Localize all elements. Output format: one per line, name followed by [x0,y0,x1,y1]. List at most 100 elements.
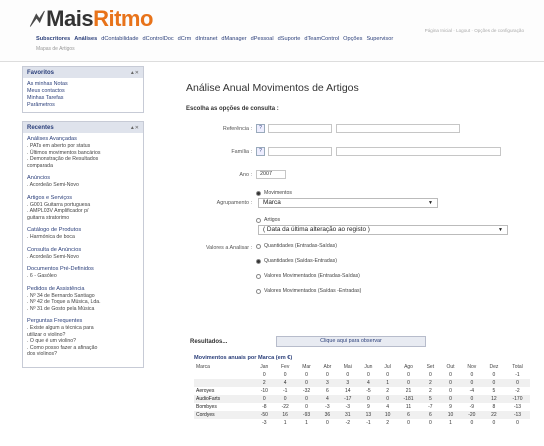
valores-option-radio[interactable]: Valores Movimentados (Saídas -Entradas) [256,288,361,294]
recent-group-title[interactable]: Pedidos de Assistência [27,286,139,293]
value-cell: -3 [345,404,351,410]
recent-item-link[interactable]: . Acordeão Semi-Novo [27,182,139,189]
agrup-marca-select[interactable]: Marca ▼ [258,198,438,208]
referencia-lookup-button[interactable]: ? [256,124,265,133]
value-cell: 4 [317,395,338,403]
recent-group: Análises Avançadas. PATs em aberto por s… [27,136,139,169]
recent-item-link[interactable]: . Harmónica de boca [27,234,139,241]
column-header[interactable]: Jul [379,363,397,371]
nav-item[interactable]: Subscritores [36,36,70,42]
value-cell: 1 [378,379,397,387]
column-header[interactable]: Set [421,363,441,371]
nav-item[interactable]: dControlDoc [143,36,174,42]
value-cell: -4 [469,388,475,394]
recent-group-title[interactable]: Consulta de Anúncios [27,247,139,254]
collapse-icon[interactable]: ▲✕ [130,125,139,131]
chevron-down-icon: ▼ [498,227,503,233]
value-cell: -170 [504,395,530,403]
marca-cell [194,419,254,427]
ano-input[interactable]: 2007 [256,170,286,179]
favorito-link[interactable]: Meus contactos [27,88,139,95]
recent-item-link[interactable]: dos violinos? [27,351,139,358]
column-header[interactable]: Mai [337,363,358,371]
recent-group-title[interactable]: Análises Avançadas [27,136,139,143]
column-header[interactable]: Abr [317,363,337,371]
value-cell: 0 [492,372,496,378]
nav-item[interactable]: dTeamControl [304,36,339,42]
recent-item-link[interactable]: guitarra stratorimo [27,215,139,222]
column-header[interactable]: Jun [358,363,379,371]
valores-label: Valores a Analisar : [205,245,252,251]
favoritos-title[interactable]: Favoritos [27,70,54,76]
agrup-artigos-label: Artigos [264,217,281,223]
value-cell: -22 [281,404,289,410]
nav-item[interactable]: dManager [221,36,246,42]
favorito-link[interactable]: Minhas Tarefas [27,95,139,102]
marca-cell [194,371,254,379]
valores-option-radio[interactable]: Quantidades (Entradas-Saídas) [256,243,337,249]
recent-group-title[interactable]: Artigos e Serviços [27,195,139,202]
column-header[interactable]: Out [440,363,461,371]
nav-item[interactable]: dCrm [178,36,192,42]
agrupamento-label: Agrupamento : [216,200,252,206]
value-cell: -8 [262,404,267,410]
nav-item[interactable]: Análises [74,36,97,42]
column-header[interactable]: Jan [254,363,275,371]
subnav-breadcrumb[interactable]: Mapas de Artigos [36,46,75,52]
valores-option-label: Quantidades (Entradas-Saídas) [264,243,337,249]
column-header[interactable]: Ago [397,363,421,371]
nav-item[interactable]: dIntranet [195,36,217,42]
radio-dot-icon [256,258,261,264]
app-header: 🗲 Mais Ritmo Página Inicial · Logout · Op… [0,0,544,62]
recent-group-title[interactable]: Perguntas Frequentes [27,318,139,325]
recent-item-link[interactable]: . 6 - Gasóleo [27,273,139,280]
nav-item[interactable]: dSuporte [278,36,301,42]
recent-group-title[interactable]: Catálogo de Produtos [27,227,139,234]
familia-input[interactable] [268,147,332,156]
nav-item[interactable]: Opções [343,36,362,42]
column-header[interactable]: Nov [461,363,483,371]
valores-option-radio[interactable]: Quantidades (Saídas-Entradas) [256,258,337,264]
favorito-link[interactable]: As minhas Notas [27,81,139,88]
familia-desc-input[interactable] [336,147,501,156]
maisritmo-logo[interactable]: 🗲 Mais Ritmo [30,6,153,32]
nav-item[interactable]: Supervisor [366,36,393,42]
top-links[interactable]: Página Inicial · Logout · Opções de conf… [425,28,524,33]
value-cell: 0 [295,379,318,387]
nav-item[interactable]: dContabilidade [101,36,138,42]
main-nav: Subscritores Análises dContabilidade dContr… [36,36,393,42]
value-cell: -13 [504,411,530,419]
familia-lookup-button[interactable]: ? [256,147,265,156]
recent-group: Consulta de Anúncios. Acordeão Semi-Novo [27,247,139,261]
valores-option-radio[interactable]: Valores Movimentados (Entradas-Saídas) [256,273,360,279]
referencia-input[interactable] [268,124,332,133]
recent-item-link[interactable]: comparada [27,163,139,170]
value-cell: 4 [386,404,390,410]
recent-item-link[interactable]: . Nº 31 de Gosto pela Música [27,306,139,313]
recentes-title[interactable]: Recentes [27,125,54,131]
column-header[interactable]: Total [505,363,530,371]
favorito-link[interactable]: Parâmetros [27,102,139,109]
recent-group: Perguntas Frequentes. Existe algum a téc… [27,318,139,358]
logo-text-mais: Mais [46,6,94,31]
collapse-icon[interactable]: ▲✕ [130,70,139,76]
referencia-desc-input[interactable] [336,124,460,133]
recent-group-title[interactable]: Documentos Pré-Definidos [27,266,139,273]
observe-submit-button[interactable]: Clique aqui para observar [276,336,426,347]
column-header[interactable]: Fev [275,363,296,371]
recent-group: Documentos Pré-Definidos. 6 - Gasóleo [27,266,139,280]
table-row: AudioFarts 0 0 0 4 -17 0 0 -181 5 0 0 12 -170 [194,395,530,403]
column-header[interactable]: Mar [296,363,318,371]
column-header[interactable]: Dez [483,363,505,371]
value-cell: 13 [358,411,379,419]
value-cell: 2 [386,420,390,426]
nav-item[interactable]: dPessoal [251,36,274,42]
agrup-artigos-radio[interactable]: Artigos [256,217,280,223]
recent-item-link[interactable]: . Acordeão Semi-Novo [27,254,139,261]
agrup-movimentos-radio[interactable]: Movimentos [256,190,292,196]
recent-group-title[interactable]: Anúncios [27,175,139,182]
column-header[interactable]: Marca [194,363,254,371]
recentes-panel: Recentes ▲✕ Análises Avançadas. PATs em … [22,121,144,368]
value-cell: -3 [325,404,330,410]
agrup-artigos-select[interactable]: ( Data da última alteração ao registo ) ▼ [258,225,508,235]
